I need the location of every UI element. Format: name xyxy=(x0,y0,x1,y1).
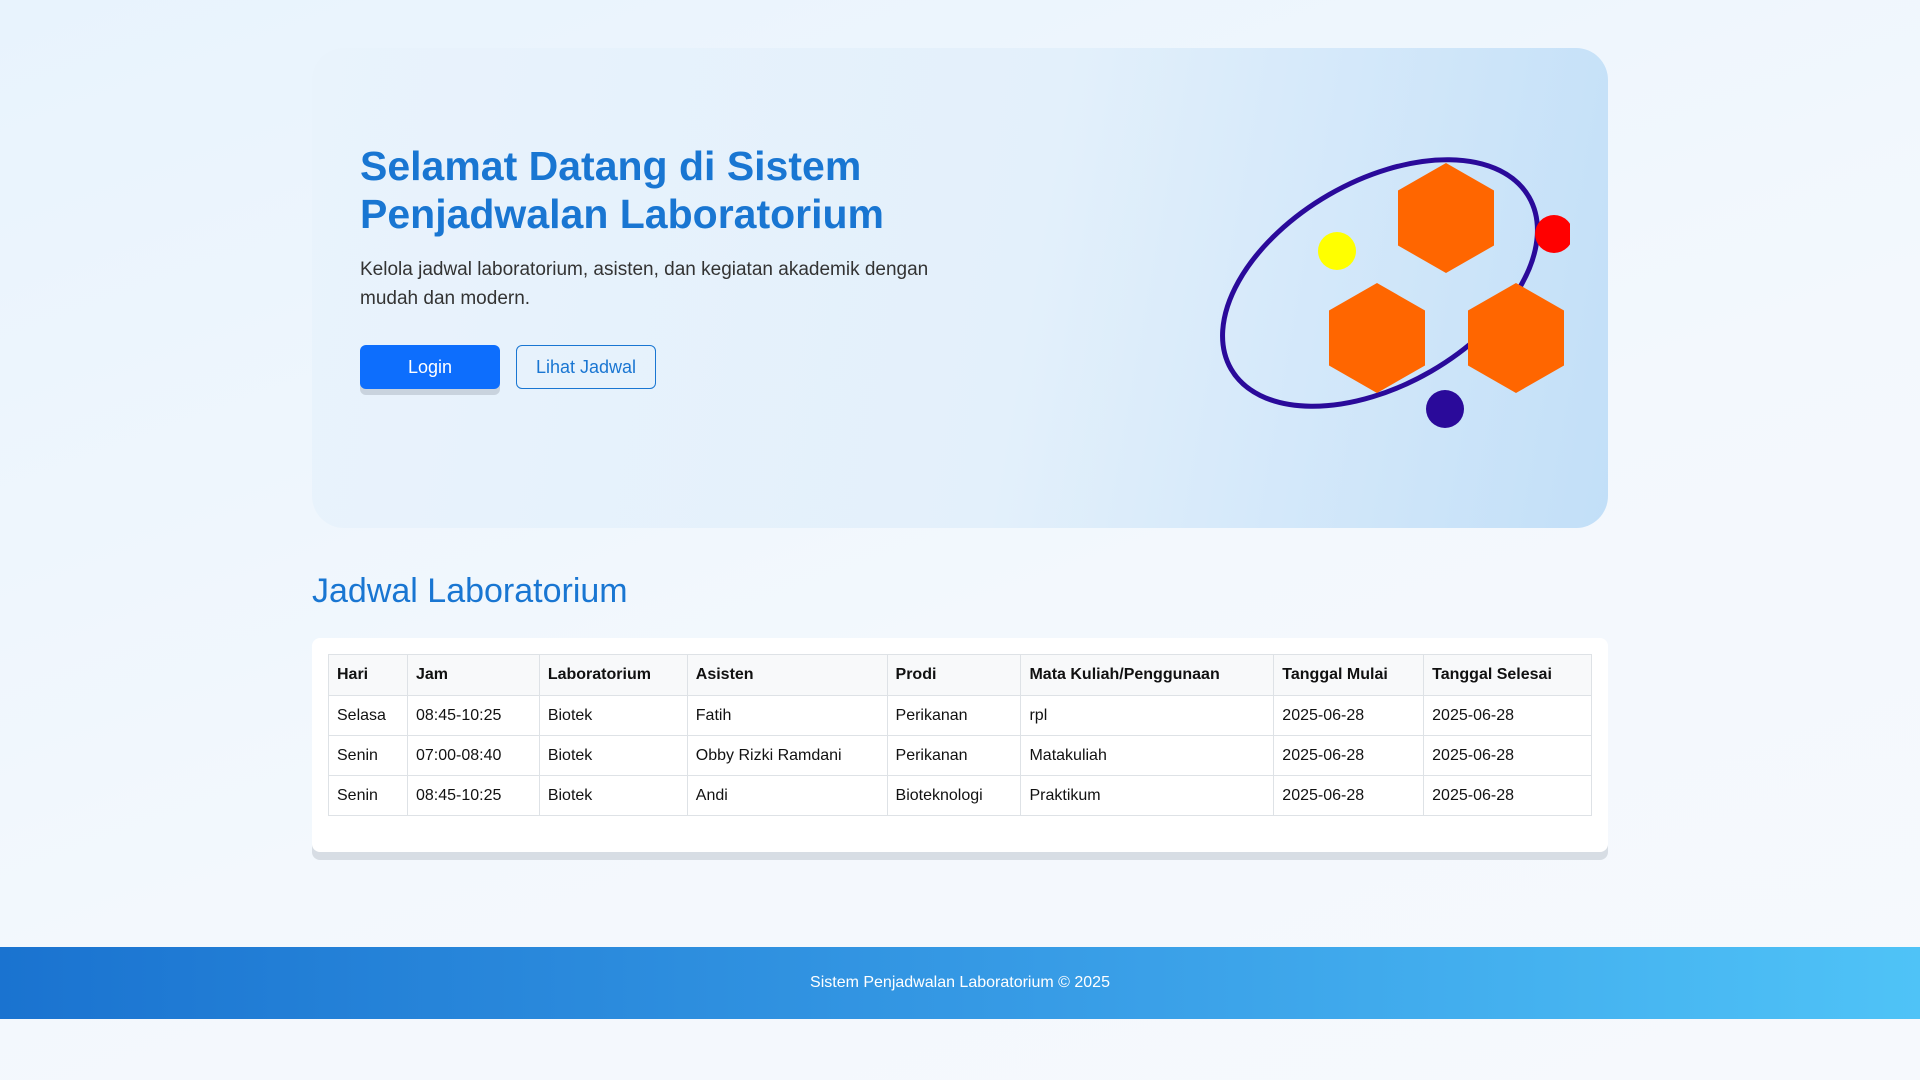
table-cell: rpl xyxy=(1020,695,1275,736)
table-row: Selasa 08:45-10:25 Biotek Fatih Perikana… xyxy=(328,695,1592,736)
table-cell: 2025-06-28 xyxy=(1273,775,1425,816)
hero-card: Selamat Datang di Sistem Penjadwalan Lab… xyxy=(312,48,1608,528)
column-header: Tanggal Selesai xyxy=(1423,654,1592,696)
hero-title: Selamat Datang di Sistem Penjadwalan Lab… xyxy=(360,143,884,237)
table-cell: 08:45-10:25 xyxy=(406,775,540,816)
table-row: Senin 07:00-08:40 Biotek Obby Rizki Ramd… xyxy=(328,735,1592,776)
schedule-table-card: Hari Jam Laboratorium Asisten Prodi Mata… xyxy=(312,638,1608,852)
table-cell: Senin xyxy=(328,775,408,816)
table-cell: Bioteknologi xyxy=(886,775,1022,816)
logo-dot-yellow xyxy=(1318,232,1356,270)
hero-subtitle: Kelola jadwal laboratorium, asisten, dan… xyxy=(360,259,929,309)
logo-hexagon-left xyxy=(1329,283,1425,393)
column-header: Laboratorium xyxy=(538,654,688,696)
column-header: Prodi xyxy=(886,654,1022,696)
table-cell: Obby Rizki Ramdani xyxy=(686,735,888,776)
table-row: Senin 08:45-10:25 Biotek Andi Bioteknolo… xyxy=(328,775,1592,816)
logo-dot-red xyxy=(1535,215,1570,253)
page-footer: Sistem Penjadwalan Laboratorium © 2025 xyxy=(0,947,1920,1019)
schedule-table: Hari Jam Laboratorium Asisten Prodi Mata… xyxy=(328,654,1592,816)
column-header: Mata Kuliah/Penggunaan xyxy=(1020,654,1275,696)
view-schedule-button[interactable]: Lihat Jadwal xyxy=(516,345,656,389)
table-cell: Perikanan xyxy=(886,735,1022,776)
table-cell: Praktikum xyxy=(1020,775,1275,816)
table-header-row: Hari Jam Laboratorium Asisten Prodi Mata… xyxy=(328,654,1592,696)
table-cell: 2025-06-28 xyxy=(1273,695,1425,736)
table-cell: Andi xyxy=(686,775,888,816)
table-cell: 08:45-10:25 xyxy=(406,695,540,736)
table-cell: Biotek xyxy=(538,695,688,736)
footer-text: Sistem Penjadwalan Laboratorium © 2025 xyxy=(810,974,1110,991)
logo-hexagon-top xyxy=(1398,163,1494,273)
table-cell: 2025-06-28 xyxy=(1423,735,1592,776)
table-cell: Biotek xyxy=(538,775,688,816)
table-cell: Selasa xyxy=(328,695,408,736)
column-header: Tanggal Mulai xyxy=(1273,654,1425,696)
column-header: Jam xyxy=(406,654,540,696)
table-cell: Perikanan xyxy=(886,695,1022,736)
lab-logo-icon xyxy=(1220,157,1570,428)
table-cell: 2025-06-28 xyxy=(1273,735,1425,776)
table-cell: Biotek xyxy=(538,735,688,776)
logo-hexagon-right xyxy=(1468,283,1564,393)
table-cell: Senin xyxy=(328,735,408,776)
column-header: Hari xyxy=(328,654,408,696)
table-cell: Fatih xyxy=(686,695,888,736)
table-cell: 2025-06-28 xyxy=(1423,695,1592,736)
schedule-title: Jadwal Laboratorium xyxy=(312,572,628,610)
table-cell: 2025-06-28 xyxy=(1423,775,1592,816)
table-cell: Matakuliah xyxy=(1020,735,1275,776)
login-button[interactable]: Login xyxy=(360,345,500,389)
logo-dot-purple xyxy=(1426,390,1464,428)
column-header: Asisten xyxy=(686,654,888,696)
table-cell: 07:00-08:40 xyxy=(406,735,540,776)
